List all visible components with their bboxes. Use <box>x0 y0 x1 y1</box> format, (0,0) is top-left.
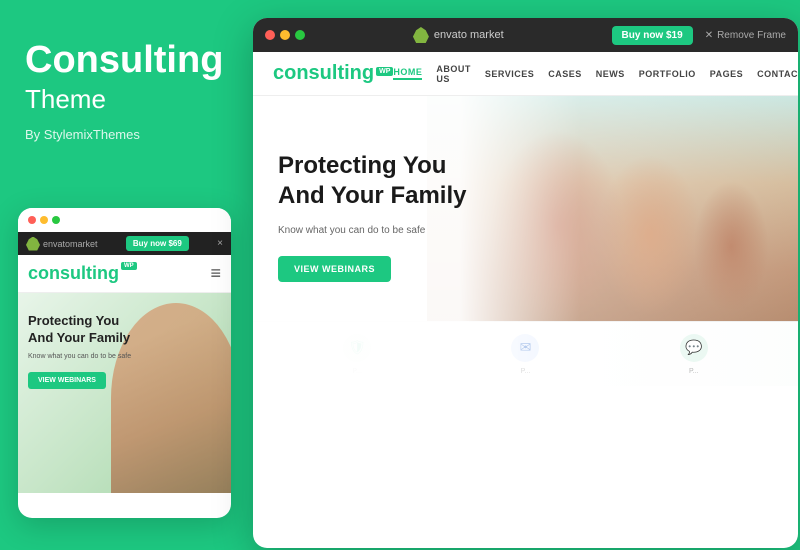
mobile-logo-text: consulting <box>28 263 119 283</box>
theme-subtitle: Theme <box>25 84 222 115</box>
browser-dot-yellow <box>280 30 290 40</box>
mobile-preview-card: envatomarket Buy now $69 × consultingWP … <box>18 208 231 518</box>
nav-link-home[interactable]: HOME <box>393 67 422 80</box>
hero-section: Protecting You And Your Family Know what… <box>253 96 798 386</box>
view-webinars-button[interactable]: VIEW WEBINARS <box>278 256 391 282</box>
mobile-logo: consultingWP <box>28 263 137 284</box>
dot-yellow-icon <box>40 216 48 224</box>
mobile-topbar <box>18 208 231 232</box>
theme-title: Consulting <box>25 40 222 82</box>
buy-now-button[interactable]: Buy now $19 <box>612 26 693 45</box>
mobile-envato-bar: envatomarket Buy now $69 × <box>18 232 231 255</box>
browser-chrome: envato market Buy now $19 ✕ Remove Frame <box>253 18 798 52</box>
nav-link-pages[interactable]: PAGES <box>710 69 743 79</box>
site-nav: consultingWP HOME ABOUT US SERVICES CASE… <box>253 52 798 96</box>
envato-market-icon <box>413 27 429 43</box>
hero-title: Protecting You And Your Family <box>278 151 478 211</box>
mobile-hero-title: Protecting You And Your Family <box>28 313 138 347</box>
site-wp-badge: WP <box>376 67 393 76</box>
site-logo-text: consulting <box>273 62 374 84</box>
remove-frame-x-icon: ✕ <box>705 30 713 41</box>
nav-link-news[interactable]: NEWS <box>596 69 625 79</box>
nav-link-services[interactable]: SERVICES <box>485 69 534 79</box>
mobile-cta-button[interactable]: VIEW WEBINARS <box>28 372 106 389</box>
site-nav-links: HOME ABOUT US SERVICES CASES NEWS PORTFO… <box>393 64 798 84</box>
mobile-hero-subtitle: Know what you can do to be safe <box>28 352 138 362</box>
mobile-hero: Protecting You And Your Family Know what… <box>18 293 231 493</box>
browser-dot-green <box>295 30 305 40</box>
remove-frame-button[interactable]: ✕ Remove Frame <box>705 30 786 41</box>
nav-link-portfolio[interactable]: PORTFOLIO <box>639 69 696 79</box>
mobile-close-button[interactable]: × <box>217 238 223 249</box>
mobile-nav: consultingWP ≡ <box>18 255 231 293</box>
dot-green-icon <box>52 216 60 224</box>
envato-market-label: envato market <box>434 29 504 41</box>
envato-icon <box>26 237 40 251</box>
dot-red-icon <box>28 216 36 224</box>
browser-dot-red <box>265 30 275 40</box>
theme-author: By StylemixThemes <box>25 127 222 142</box>
browser-envato-logo: envato market <box>413 27 504 43</box>
nav-link-cases[interactable]: CASES <box>548 69 582 79</box>
mobile-buy-button[interactable]: Buy now $69 <box>126 236 189 251</box>
nav-link-contacts[interactable]: CONTACTS <box>757 69 798 79</box>
site-logo-area: consultingWP <box>273 62 393 85</box>
nav-link-about[interactable]: ABOUT US <box>436 64 471 84</box>
browser-actions: Buy now $19 ✕ Remove Frame <box>612 26 786 45</box>
hamburger-icon[interactable]: ≡ <box>210 263 221 284</box>
hero-content: Protecting You And Your Family Know what… <box>278 151 478 282</box>
mobile-wp-badge: WP <box>121 262 137 270</box>
mobile-hero-content: Protecting You And Your Family Know what… <box>28 313 138 389</box>
browser-dots <box>265 30 305 40</box>
mobile-envato-text: envatomarket <box>43 239 98 249</box>
hero-description: Know what you can do to be safe <box>278 223 478 238</box>
browser-window: envato market Buy now $19 ✕ Remove Frame… <box>253 18 798 548</box>
mobile-envato-logo: envatomarket <box>26 237 98 251</box>
